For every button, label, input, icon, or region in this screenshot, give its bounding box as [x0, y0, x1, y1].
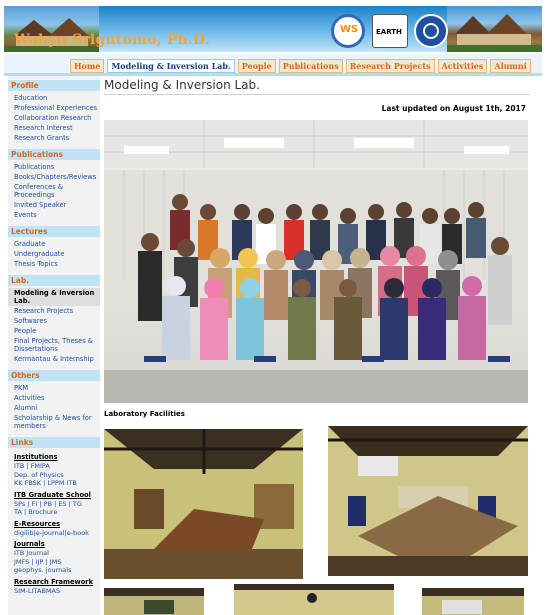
sidebar-item-pkm[interactable]: PKM — [14, 383, 100, 393]
last-updated-text: Last updated on August 1th, 2017 — [381, 104, 526, 113]
sidebar-heading-others: Others — [8, 370, 100, 381]
sidebar: Profile Education Professional Experienc… — [8, 76, 100, 615]
lab-photo-5 — [422, 588, 524, 615]
sidebar-item-activities[interactable]: Activities — [14, 393, 100, 403]
nav-people[interactable]: People — [237, 59, 276, 73]
sidebar-heading-lectures: Lectures — [8, 226, 100, 237]
itb-logo[interactable] — [414, 14, 448, 48]
site-title[interactable]: Wahyu Srigutomo, Ph.D. — [14, 32, 210, 48]
sidebar-item-collaboration-research[interactable]: Collaboration Research — [14, 113, 100, 123]
laboratory-facilities-label: Laboratory Facilities — [104, 410, 185, 418]
sidebar-item-undergraduate[interactable]: Undergraduate — [14, 249, 100, 259]
sidebar-item-alumni[interactable]: Alumni — [14, 403, 100, 413]
ws-logo[interactable]: WS — [331, 14, 365, 48]
earth-logo-text: EARTH — [376, 28, 402, 36]
links-graduate-school-line[interactable]: SPs | FI | PB | ES | TG — [14, 500, 100, 509]
group-photo — [104, 120, 528, 403]
nav-publications[interactable]: Publications — [278, 59, 343, 73]
sidebar-item-professional-experiences[interactable]: Professional Experiences — [14, 103, 100, 113]
links-journals-line[interactable]: JMFS | IJP | JMS — [14, 558, 100, 567]
links-journals-line[interactable]: ITB Journal — [14, 549, 100, 558]
links-research-framework-line[interactable]: SIM-LITABMAS — [14, 587, 100, 596]
sidebar-item-people[interactable]: People — [14, 326, 100, 336]
nav-research-projects[interactable]: Research Projects — [345, 59, 435, 73]
sidebar-item-kermantau[interactable]: Kermantau & Internship — [14, 354, 100, 364]
sidebar-item-modeling-inversion-lab[interactable]: Modeling & Inversion Lab. — [8, 288, 100, 306]
sidebar-item-invited-speaker[interactable]: Invited Speaker — [14, 200, 100, 210]
links-journals-line[interactable]: geophys. journals — [14, 566, 100, 575]
links-eresources-title: E-Resources — [14, 519, 61, 528]
sidebar-item-softwares[interactable]: Softwares — [14, 316, 100, 326]
links-eresources-line[interactable]: digilib|e-journal|e-book — [14, 529, 100, 538]
links-journals-title: Journals — [14, 540, 45, 548]
site-header: Wahyu Srigutomo, Ph.D. WS EARTH — [4, 6, 542, 52]
links-graduate-school-title: ITB Graduate School — [14, 490, 91, 499]
ws-logo-text: WS — [340, 24, 359, 35]
sidebar-item-scholarship-news[interactable]: Scholarship & News for members — [14, 414, 100, 430]
links-graduate-school-line[interactable]: TA | Brochure — [14, 508, 100, 517]
links-institutions-title: Institutions — [14, 453, 58, 461]
sidebar-item-research-interest[interactable]: Research Interest — [14, 123, 100, 133]
nav-activities[interactable]: Activities — [437, 59, 488, 73]
sidebar-item-thesis-topics[interactable]: Thesis Topics — [14, 259, 100, 269]
nav-home[interactable]: Home — [70, 59, 105, 73]
sidebar-heading-publications: Publications — [8, 149, 100, 160]
links-research-framework-title: Research Framework — [14, 577, 94, 586]
sidebar-item-publications[interactable]: Publications — [14, 162, 100, 172]
sidebar-heading-profile: Profile — [8, 80, 100, 91]
links-institutions-line[interactable]: KK FBSK | LPPM ITB — [14, 479, 100, 488]
earth-logo[interactable]: EARTH — [372, 14, 408, 48]
lab-photo-3 — [104, 588, 204, 615]
top-nav: Home Modeling & Inversion Lab. People Pu… — [4, 54, 542, 76]
sidebar-item-research-projects[interactable]: Research Projects — [14, 306, 100, 316]
lab-photo-2 — [328, 426, 528, 576]
links-institutions-line[interactable]: Dep. of Physics — [14, 471, 100, 480]
sidebar-heading-links: Links — [8, 437, 100, 448]
nav-alumni[interactable]: Alumni — [490, 59, 531, 73]
nav-modeling-inversion-lab[interactable]: Modeling & Inversion Lab. — [107, 59, 235, 73]
sidebar-item-events[interactable]: Events — [14, 210, 100, 220]
links-institutions-line[interactable]: ITB | FMIPA — [14, 462, 100, 471]
sidebar-item-education[interactable]: Education — [14, 93, 100, 103]
sidebar-item-research-grants[interactable]: Research Grants — [14, 133, 100, 143]
page-title: Modeling & Inversion Lab. — [104, 78, 260, 92]
sidebar-item-graduate[interactable]: Graduate — [14, 239, 100, 249]
lab-photo-4 — [234, 584, 394, 615]
sidebar-heading-lab: Lab. — [8, 275, 100, 286]
sidebar-item-books[interactable]: Books/Chapters/Reviews — [14, 172, 100, 182]
sidebar-item-conferences[interactable]: Conferences & Proceedings — [14, 183, 100, 199]
header-building-photo-right — [447, 6, 542, 52]
lab-photo-1 — [104, 429, 303, 579]
main-content: Modeling & Inversion Lab. Last updated o… — [104, 76, 530, 615]
title-divider — [104, 94, 530, 95]
sidebar-item-final-projects[interactable]: Final Projects, Theses & Dissertations — [14, 337, 100, 353]
